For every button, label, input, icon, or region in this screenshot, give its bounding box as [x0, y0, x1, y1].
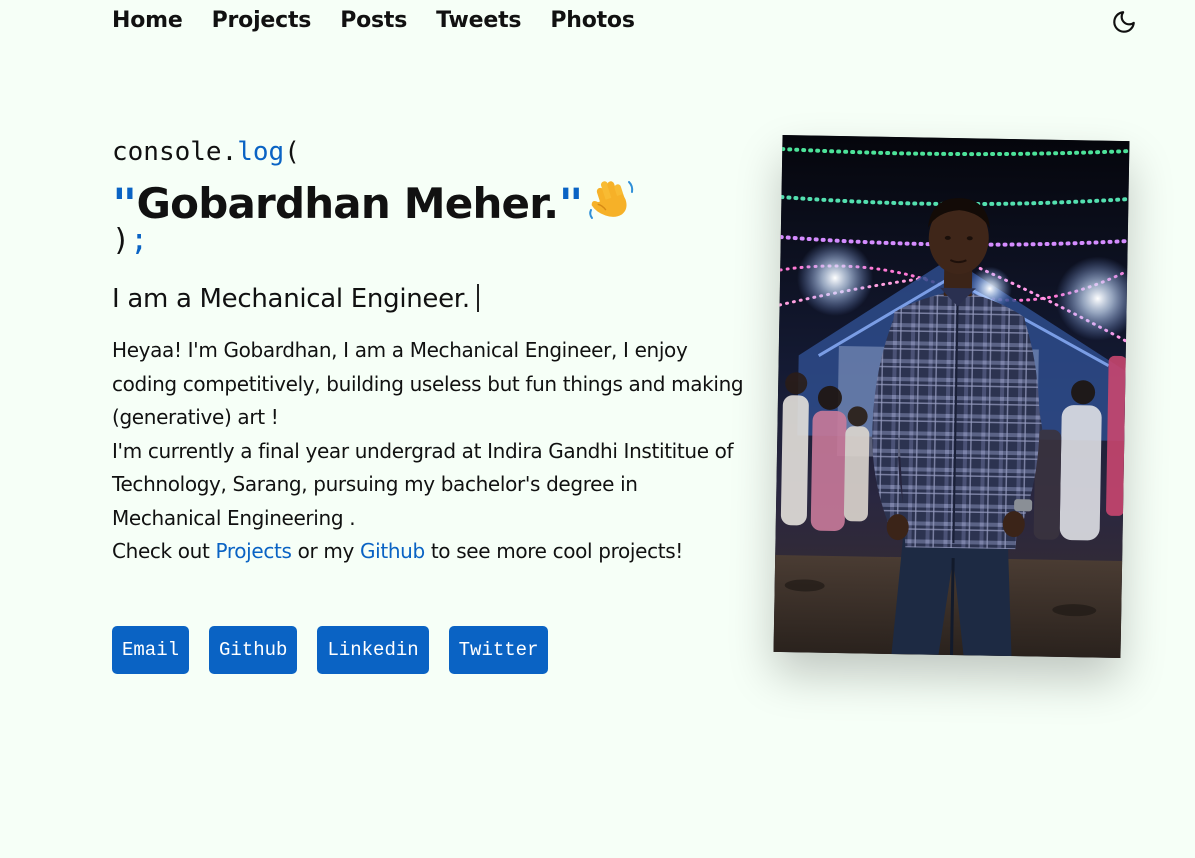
- bio-paragraph-education: I'm currently a final year undergrad at …: [112, 438, 734, 530]
- hero-name-heading: "Gobardhan Meher.": [112, 172, 637, 232]
- quote-close: ": [558, 179, 583, 228]
- role-typewriter: I am a Mechanical Engineer.: [112, 284, 479, 314]
- bio-section: Heyaa! I'm Gobardhan, I am a Mechanical …: [112, 334, 752, 569]
- theme-toggle-button[interactable]: [1109, 8, 1139, 36]
- nav-posts-link[interactable]: Posts: [340, 6, 407, 36]
- wave-icon: [585, 172, 637, 232]
- github-button[interactable]: Github: [209, 626, 298, 674]
- code-open-line: console.log(: [112, 137, 300, 167]
- bio-paragraph-cta: Check out Projects or my Github to see m…: [112, 535, 752, 569]
- code-semicolon: ;: [130, 223, 149, 258]
- quote-open: ": [112, 179, 137, 228]
- bio-cta-suffix: to see more cool projects!: [424, 539, 683, 563]
- nav-home-link[interactable]: Home: [112, 6, 183, 36]
- bio-paragraph-intro: Heyaa! I'm Gobardhan, I am a Mechanical …: [112, 338, 744, 429]
- typing-cursor: [476, 284, 479, 312]
- profile-photo-illustration: [773, 135, 1130, 658]
- code-open-paren: (: [284, 137, 300, 167]
- moon-icon: [1113, 11, 1135, 33]
- hero-name: Gobardhan Meher.: [136, 179, 560, 228]
- profile-photo: [773, 135, 1130, 658]
- wave-hand-svg: [589, 181, 634, 219]
- code-close-paren: ): [112, 223, 131, 258]
- bio-projects-link[interactable]: Projects: [216, 539, 292, 563]
- email-button[interactable]: Email: [112, 626, 190, 674]
- code-console-prefix: console.: [112, 137, 238, 167]
- nav-projects-link[interactable]: Projects: [212, 6, 312, 36]
- code-close-line: );: [112, 223, 148, 258]
- code-log-fn: log: [237, 137, 285, 167]
- role-text: I am a Mechanical Engineer.: [112, 284, 470, 314]
- bio-github-link[interactable]: Github: [360, 539, 425, 563]
- nav-photos-link[interactable]: Photos: [550, 6, 635, 36]
- bio-cta-middle: or my: [291, 539, 360, 563]
- social-buttons: Email Github Linkedin Twitter: [112, 626, 549, 674]
- twitter-button[interactable]: Twitter: [448, 626, 549, 674]
- nav-tweets-link[interactable]: Tweets: [436, 6, 521, 36]
- bio-cta-prefix: Check out: [112, 539, 216, 563]
- linkedin-button[interactable]: Linkedin: [317, 626, 429, 674]
- main-nav: Home Projects Posts Tweets Photos: [112, 6, 635, 36]
